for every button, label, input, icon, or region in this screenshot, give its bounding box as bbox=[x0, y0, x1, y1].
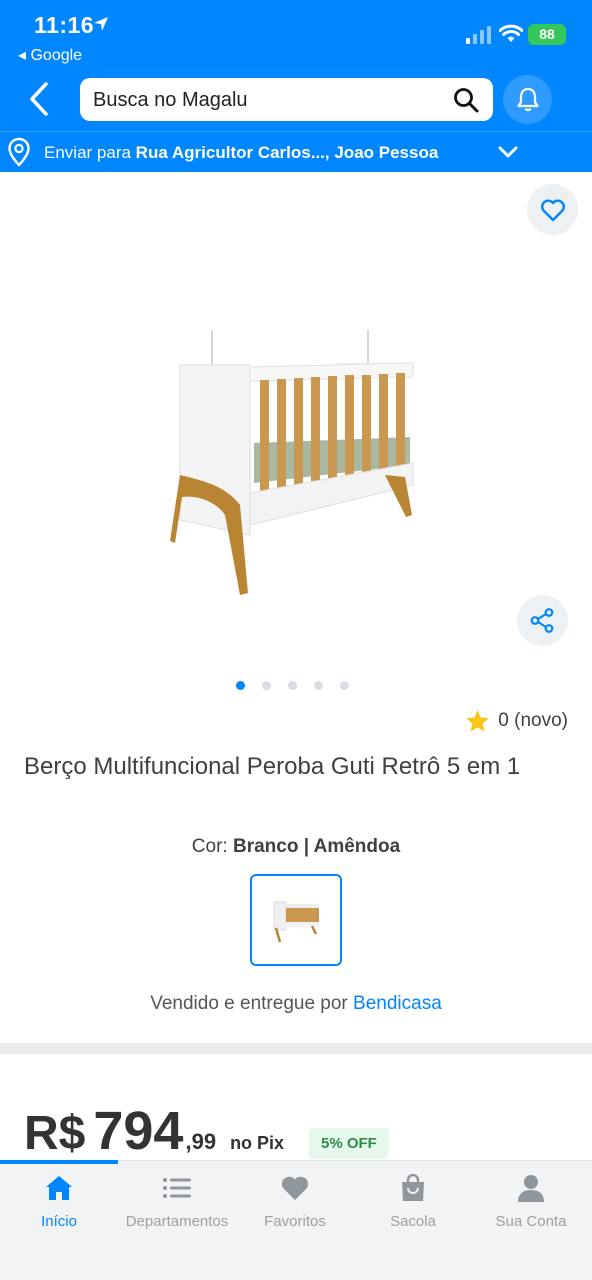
list-icon bbox=[163, 1178, 191, 1198]
back-to-app-link[interactable]: ◂ Google bbox=[18, 45, 82, 65]
delivery-prefix: Enviar para bbox=[44, 143, 136, 162]
notifications-button[interactable] bbox=[503, 75, 552, 124]
section-divider bbox=[0, 1043, 592, 1054]
discount-badge: 5% OFF bbox=[309, 1128, 389, 1159]
price-currency: R$ bbox=[24, 1107, 86, 1160]
location-arrow-icon bbox=[92, 15, 110, 38]
share-icon bbox=[530, 608, 554, 633]
seller-prefix: Vendido e entregue por bbox=[150, 993, 354, 1014]
price-cents: ,99 bbox=[185, 1129, 217, 1154]
bag-icon bbox=[402, 1174, 424, 1201]
image-carousel-dots[interactable] bbox=[236, 681, 349, 691]
heart-outline-icon bbox=[541, 199, 565, 222]
search-input[interactable]: Busca no Magalu bbox=[80, 78, 493, 121]
product-rating[interactable]: 0 (novo) bbox=[465, 709, 568, 733]
price-block: R$ 794 ,99 no Pix bbox=[24, 1100, 284, 1162]
nav-label: Departamentos bbox=[125, 1213, 229, 1230]
app-header: 11:16 ◂ Google 88 Busca no Magalu Enviar… bbox=[0, 0, 592, 172]
nav-item-departamentos[interactable]: Departamentos bbox=[118, 1161, 236, 1241]
star-icon bbox=[466, 710, 490, 732]
product-title: Berço Multifuncional Peroba Guti Retrô 5… bbox=[24, 753, 521, 780]
color-selector-label: Cor: Branco | Amêndoa bbox=[0, 836, 592, 858]
delivery-address-text: Enviar para Rua Agricultor Carlos..., Jo… bbox=[44, 143, 438, 163]
nav-label: Favoritos bbox=[264, 1213, 326, 1230]
chevron-down-icon[interactable] bbox=[497, 144, 519, 165]
carousel-dot[interactable] bbox=[262, 681, 271, 690]
delivery-address: Rua Agricultor Carlos..., Joao Pessoa bbox=[135, 143, 439, 162]
status-bar: 11:16 ◂ Google 88 bbox=[0, 0, 592, 70]
carousel-dot[interactable] bbox=[340, 681, 349, 690]
color-option-thumbnail[interactable] bbox=[250, 874, 342, 966]
share-button[interactable] bbox=[517, 595, 568, 646]
product-image[interactable] bbox=[170, 325, 425, 605]
back-button[interactable] bbox=[26, 80, 56, 118]
seller-link[interactable]: Bendicasa bbox=[353, 993, 442, 1014]
seller-info: Vendido e entregue por Bendicasa bbox=[0, 993, 592, 1015]
nav-item-sua-conta[interactable]: Sua Conta bbox=[472, 1161, 590, 1241]
bell-icon bbox=[517, 87, 539, 112]
heart-icon bbox=[281, 1176, 309, 1200]
nav-item-sacola[interactable]: Sacola bbox=[354, 1161, 472, 1241]
search-placeholder: Busca no Magalu bbox=[93, 89, 248, 111]
search-icon[interactable] bbox=[453, 87, 479, 118]
home-icon bbox=[46, 1176, 72, 1200]
battery-indicator: 88 bbox=[528, 24, 566, 45]
nav-label: Sacola bbox=[390, 1213, 436, 1230]
payment-method: no Pix bbox=[230, 1133, 285, 1153]
status-time: 11:16 bbox=[34, 12, 95, 38]
user-icon bbox=[518, 1175, 544, 1202]
carousel-dot[interactable] bbox=[236, 681, 245, 690]
rating-text: 0 (novo) bbox=[498, 710, 568, 731]
carousel-dot[interactable] bbox=[288, 681, 297, 690]
nav-label: Sua Conta bbox=[495, 1213, 567, 1230]
nav-item-favoritos[interactable]: Favoritos bbox=[236, 1161, 354, 1241]
cellular-signal-icon bbox=[466, 26, 494, 49]
nav-item-inicio[interactable]: Início bbox=[0, 1161, 118, 1241]
nav-label: Início bbox=[41, 1213, 77, 1230]
location-pin-icon bbox=[6, 137, 32, 172]
bottom-navigation: Início Departamentos Favoritos Sacola Su… bbox=[0, 1160, 592, 1280]
delivery-address-bar[interactable]: Enviar para Rua Agricultor Carlos..., Jo… bbox=[0, 131, 592, 172]
color-label: Cor: bbox=[191, 836, 233, 857]
wifi-icon bbox=[498, 24, 524, 49]
favorite-button[interactable] bbox=[527, 184, 578, 235]
carousel-dot[interactable] bbox=[314, 681, 323, 690]
color-value: Branco | Amêndoa bbox=[232, 836, 401, 857]
price-integer: 794 bbox=[93, 1101, 184, 1161]
crib-thumbnail-image bbox=[273, 901, 319, 943]
